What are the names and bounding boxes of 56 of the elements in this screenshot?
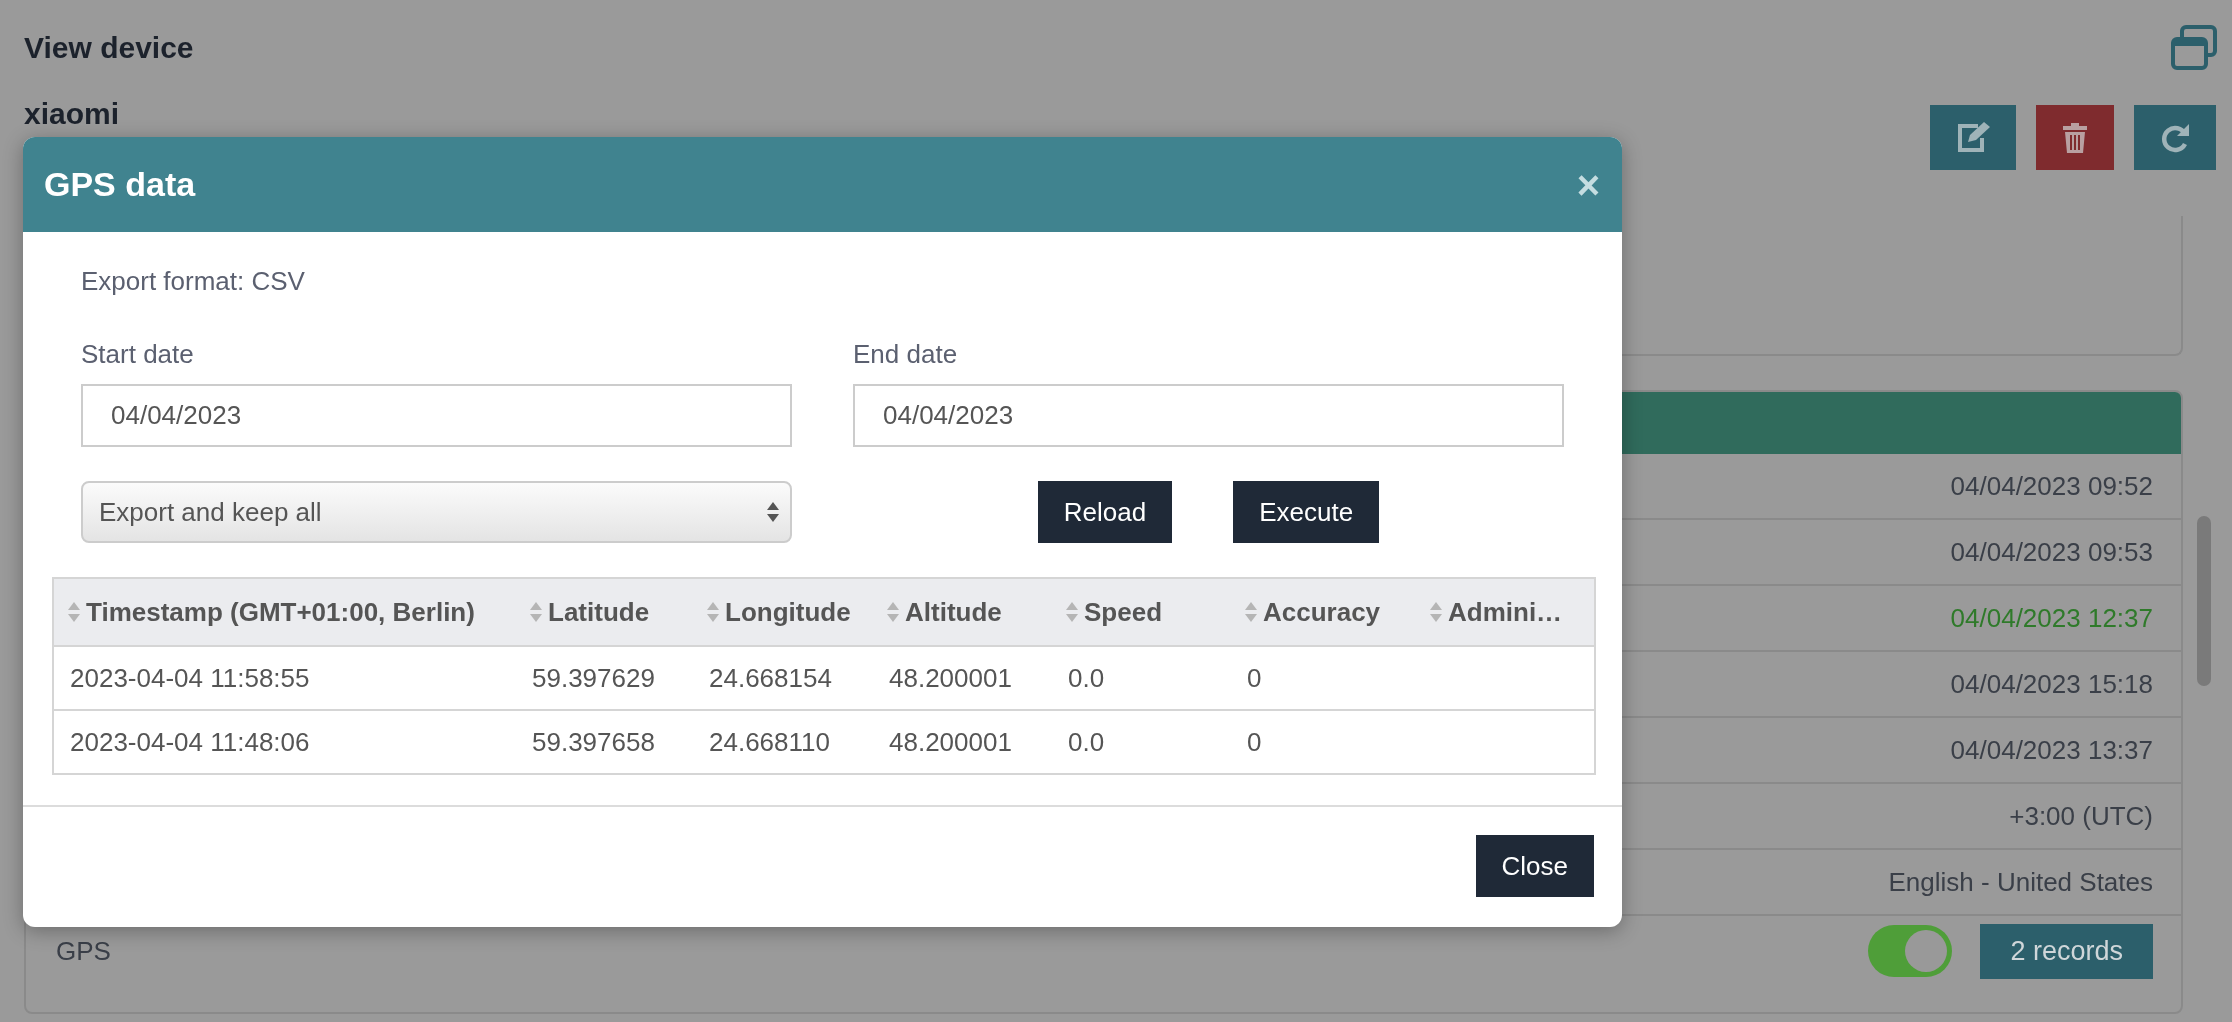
- select-arrows-icon: [766, 500, 780, 524]
- export-format: Export format: CSV: [81, 266, 306, 297]
- sort-icon: [887, 601, 899, 623]
- start-date-field[interactable]: 04/04/2023: [81, 384, 792, 447]
- sort-icon: [1430, 601, 1442, 623]
- edit-icon: [1956, 121, 1990, 154]
- end-date-label: End date: [853, 339, 959, 370]
- table-cell: 48.200001: [873, 646, 1052, 710]
- close-dialog-button[interactable]: Close: [1475, 835, 1594, 897]
- table-cell: 0.0: [1052, 710, 1231, 774]
- table-cell: 2023-04-04 11:58:55: [53, 646, 516, 710]
- sort-icon: [68, 601, 80, 623]
- column-header[interactable]: Latitude: [516, 578, 693, 646]
- column-header[interactable]: Altitude: [873, 578, 1052, 646]
- table-cell: 0.0: [1052, 646, 1231, 710]
- detail-value: 04/04/2023 09:52: [1950, 470, 2153, 502]
- table-cell: 48.200001: [873, 710, 1052, 774]
- detail-value: +3:00 (UTC): [2009, 800, 2153, 832]
- table-cell: 24.668154: [693, 646, 873, 710]
- table-cell: 0: [1231, 710, 1416, 774]
- detail-value: 04/04/2023 09:53: [1950, 536, 2153, 568]
- column-header[interactable]: Timestamp (GMT+01:00, Berlin): [53, 578, 516, 646]
- table-cell: 2023-04-04 11:48:06: [53, 710, 516, 774]
- edit-button[interactable]: [1930, 105, 2016, 170]
- sort-icon: [1245, 601, 1257, 623]
- table-cell: 0: [1231, 646, 1416, 710]
- column-header[interactable]: Admini…: [1416, 578, 1595, 646]
- action-button[interactable]: Reload: [1037, 481, 1173, 543]
- end-date-field[interactable]: 04/04/2023: [853, 384, 1564, 447]
- gps-toggle[interactable]: [1868, 925, 1953, 977]
- column-header[interactable]: Accuracy: [1231, 578, 1416, 646]
- sort-icon: [707, 601, 719, 623]
- detail-value: 04/04/2023 15:18: [1950, 668, 2153, 700]
- column-header[interactable]: Longitude: [693, 578, 873, 646]
- detail-value: 04/04/2023 12:37: [1950, 602, 2153, 634]
- windows-icon[interactable]: [2170, 24, 2218, 71]
- table-cell: 59.397658: [516, 710, 693, 774]
- sort-icon: [530, 601, 542, 623]
- refresh-button[interactable]: [2134, 105, 2216, 170]
- table-cell: 59.397629: [516, 646, 693, 710]
- device-name: xiaomi: [24, 97, 120, 131]
- page-title: View device: [24, 30, 194, 65]
- table-cell: 24.668110: [693, 710, 873, 774]
- trash-icon: [2063, 122, 2087, 153]
- detail-value: 04/04/2023 13:37: [1950, 734, 2153, 766]
- records-badge[interactable]: 2 records: [1980, 923, 2153, 979]
- mode-select[interactable]: Export and keep all: [81, 481, 792, 543]
- detail-label: GPS: [56, 935, 111, 967]
- detail-value: English - United States: [1888, 866, 2153, 898]
- sort-icon: [1066, 601, 1078, 623]
- dialog-title: GPS data: [44, 165, 196, 204]
- delete-button[interactable]: [2036, 105, 2114, 170]
- start-date-label: Start date: [81, 339, 195, 370]
- action-button[interactable]: Execute: [1233, 481, 1380, 543]
- scrollbar-thumb[interactable]: [2197, 516, 2211, 686]
- column-header[interactable]: Speed: [1052, 578, 1231, 646]
